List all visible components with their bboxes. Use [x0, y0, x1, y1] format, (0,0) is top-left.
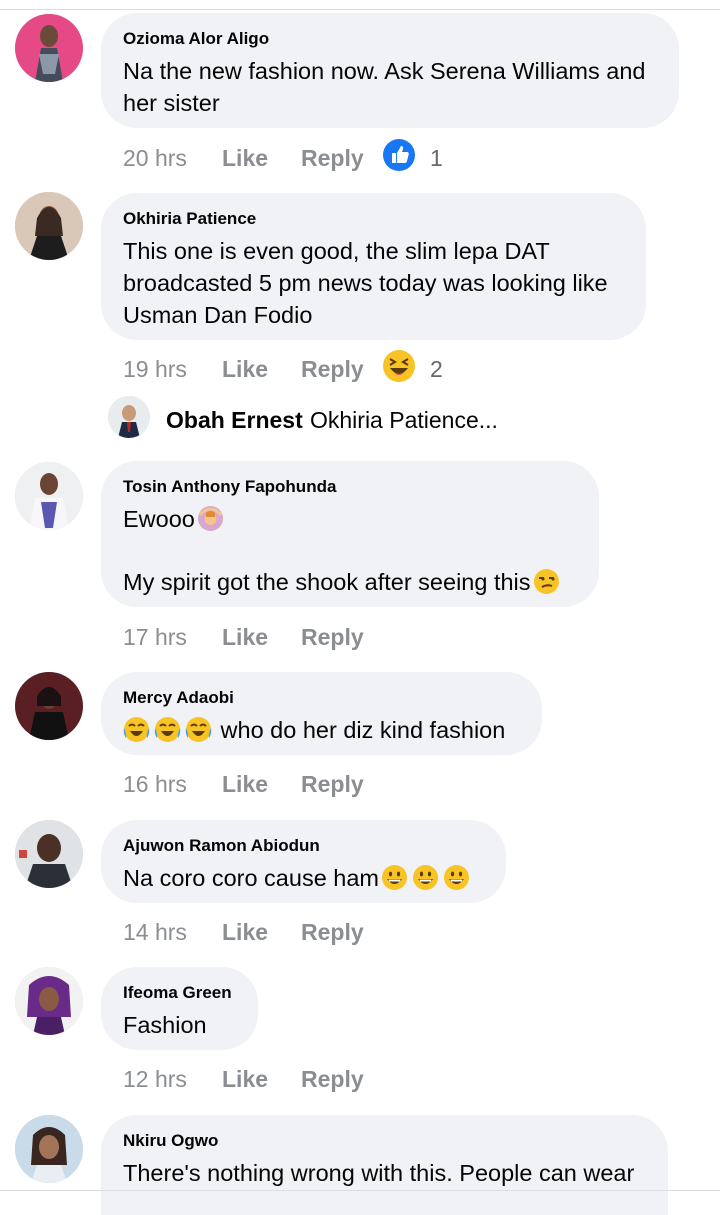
comment-timestamp[interactable]: 20 hrs — [123, 143, 187, 173]
comment-author[interactable]: Nkiru Ogwo — [123, 1131, 646, 1151]
comment-author[interactable]: Ajuwon Ramon Abiodun — [123, 836, 484, 856]
comment-text: who do her diz kind fashion — [123, 714, 520, 746]
like-button[interactable]: Like — [222, 917, 268, 947]
comment-timestamp[interactable]: 16 hrs — [123, 769, 187, 799]
avatar[interactable] — [15, 462, 83, 530]
comment-bubble: Ifeoma Green Fashion — [101, 967, 258, 1050]
comment-text-line: Ewooo — [123, 506, 195, 532]
avatar[interactable] — [15, 672, 83, 740]
like-button[interactable]: Like — [222, 1064, 268, 1094]
like-button[interactable]: Like — [222, 354, 268, 384]
avatar[interactable] — [15, 1115, 83, 1183]
comment-text-line: Na coro coro cause ham — [123, 865, 380, 891]
grinning-face-emoji-icon — [412, 864, 439, 891]
comment-text: Na coro coro cause ham — [123, 862, 484, 894]
top-divider — [0, 9, 720, 10]
comment-bubble: Nkiru Ogwo There's nothing wrong with th… — [101, 1115, 668, 1215]
comment-timestamp[interactable]: 14 hrs — [123, 917, 187, 947]
avatar[interactable] — [15, 820, 83, 888]
reply-button[interactable]: Reply — [301, 354, 364, 384]
comment-author[interactable]: Mercy Adaobi — [123, 688, 520, 708]
like-button[interactable]: Like — [222, 622, 268, 652]
avatar[interactable] — [15, 192, 83, 260]
like-button[interactable]: Like — [222, 769, 268, 799]
reply-text[interactable]: Okhiria Patience... — [310, 407, 498, 434]
comment-timestamp[interactable]: 19 hrs — [123, 354, 187, 384]
comment-text: This one is even good, the slim lepa DAT… — [123, 238, 615, 328]
unamused-face-emoji-icon — [533, 568, 560, 595]
avatar[interactable] — [15, 967, 83, 1035]
person-gesturing-ok-emoji-icon — [197, 505, 224, 532]
comment-bubble: Ajuwon Ramon Abiodun Na coro coro cause … — [101, 820, 506, 903]
reply-button[interactable]: Reply — [301, 917, 364, 947]
comment-timestamp[interactable]: 17 hrs — [123, 622, 187, 652]
reply-button[interactable]: Reply — [301, 1064, 364, 1094]
thumbs-up-reaction-icon[interactable] — [382, 138, 416, 172]
grinning-face-emoji-icon — [381, 864, 408, 891]
reply-button[interactable]: Reply — [301, 143, 364, 173]
like-button[interactable]: Like — [222, 143, 268, 173]
comment-bubble: Tosin Anthony Fapohunda Ewooo My spirit … — [101, 461, 599, 607]
comment-author[interactable]: Ozioma Alor Aligo — [123, 29, 657, 49]
comment-bubble: Okhiria Patience This one is even good, … — [101, 193, 646, 340]
avatar[interactable] — [15, 14, 83, 82]
reply-author[interactable]: Obah Ernest — [166, 407, 303, 434]
haha-reaction-icon[interactable] — [382, 349, 416, 383]
comment-author[interactable]: Ifeoma Green — [123, 983, 236, 1003]
comment-text-line: My spirit got the shook after seeing thi… — [123, 569, 531, 595]
tears-of-joy-emoji-icon — [154, 716, 181, 743]
comment-text: Fashion — [123, 1012, 207, 1038]
tears-of-joy-emoji-icon — [185, 716, 212, 743]
comment-text: Ewooo — [123, 503, 577, 535]
bottom-divider — [0, 1190, 720, 1191]
reply-button[interactable]: Reply — [301, 769, 364, 799]
reaction-count: 1 — [430, 145, 443, 171]
comment-text-line: who do her diz kind fashion — [220, 717, 506, 743]
grinning-face-emoji-icon — [443, 864, 470, 891]
reply-button[interactable]: Reply — [301, 622, 364, 652]
comment-text: My spirit got the shook after seeing thi… — [123, 566, 577, 598]
comment-author[interactable]: Tosin Anthony Fapohunda — [123, 477, 577, 497]
tears-of-joy-emoji-icon — [123, 716, 150, 743]
comment-text: Na the new fashion now. Ask Serena Willi… — [123, 58, 653, 116]
comment-author[interactable]: Okhiria Patience — [123, 209, 624, 229]
comment-timestamp[interactable]: 12 hrs — [123, 1064, 187, 1094]
reaction-count: 2 — [430, 356, 443, 382]
avatar[interactable] — [108, 396, 150, 438]
comment-text: There's nothing wrong with this. People … — [123, 1160, 635, 1186]
comment-bubble: Ozioma Alor Aligo Na the new fashion now… — [101, 13, 679, 128]
comment-bubble: Mercy Adaobi who do her diz kind fashion — [101, 672, 542, 755]
